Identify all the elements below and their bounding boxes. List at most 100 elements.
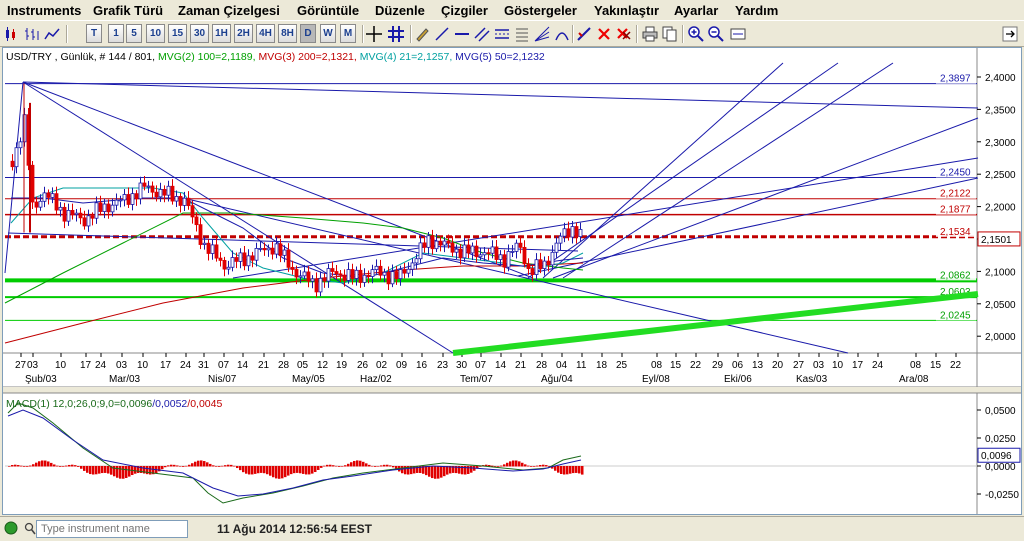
menu-3[interactable]: Görüntüle [297, 3, 359, 18]
measure-icon[interactable] [574, 24, 593, 43]
macd-histogram-bar [392, 466, 395, 468]
candle-body [10, 160, 15, 168]
crosshair-icon[interactable] [364, 24, 383, 43]
macd-histogram-bar [326, 464, 329, 467]
menu-2[interactable]: Zaman Çizelgesi [178, 3, 280, 18]
timeframe-button-4h[interactable]: 4H [256, 24, 275, 43]
level-label: 2,2122 [940, 189, 971, 200]
menu-8[interactable]: Ayarlar [674, 3, 718, 18]
candle-body [50, 193, 55, 198]
macd-histogram-bar [512, 460, 515, 467]
candle-body [74, 212, 79, 215]
candle-body [242, 252, 247, 267]
candle-body [190, 205, 195, 218]
delete-icon[interactable] [594, 24, 613, 43]
candle-body [178, 196, 183, 206]
timeframe-button-m[interactable]: M [340, 24, 356, 43]
macd-histogram-bar [572, 466, 575, 474]
menu-7[interactable]: Yakınlaştır [594, 3, 659, 18]
menu-0[interactable]: Instruments [7, 3, 81, 18]
candle-body [62, 206, 67, 222]
timeframe-button-30[interactable]: 30 [190, 24, 209, 43]
candle-body [302, 271, 307, 277]
timeframe-button-d[interactable]: D [300, 24, 316, 43]
chart-canvas[interactable]: 2,40002,35002,30002,25002,20002,15002,10… [3, 48, 1021, 514]
candle-body [114, 199, 119, 206]
menu-4[interactable]: Düzenle [375, 3, 425, 18]
mvg5-label: MVG(5) 50=2,1232 [455, 51, 545, 63]
macd-histogram-bar [536, 465, 539, 467]
instrument-search-input[interactable] [36, 520, 188, 538]
time-axis-day-label: 06 [732, 360, 744, 371]
arc-icon[interactable] [552, 24, 571, 43]
trend-line-icon[interactable] [432, 24, 451, 43]
macd-histogram-bar [266, 466, 269, 475]
time-axis-day-label: 27 [15, 360, 27, 371]
timeframe-button-1[interactable]: 1 [108, 24, 124, 43]
grid-icon[interactable] [386, 24, 405, 43]
timeframe-button-5[interactable]: 5 [126, 24, 142, 43]
macd-histogram-bar [311, 466, 314, 474]
macd-histogram-bar [500, 465, 503, 467]
candle-body [450, 242, 455, 253]
zoom-fit-icon[interactable] [728, 24, 747, 43]
horizontal-line-icon[interactable] [452, 24, 471, 43]
menu-9[interactable]: Yardım [735, 3, 778, 18]
trend-line [562, 62, 894, 279]
menu-1[interactable]: Grafik Türü [93, 3, 163, 18]
candle-body [18, 141, 23, 149]
macd-histogram-bar [119, 466, 122, 479]
timeframe-button-2h[interactable]: 2H [234, 24, 253, 43]
macd-histogram-bar [356, 460, 359, 467]
channel-icon[interactable] [492, 24, 511, 43]
macd-histogram-bar [371, 465, 374, 467]
candle-body [326, 268, 331, 282]
candlestick-icon[interactable] [2, 24, 21, 43]
candle-body [230, 257, 235, 268]
zoom-out-icon[interactable] [706, 24, 725, 43]
macd-histogram-bar [164, 466, 167, 468]
menu-6[interactable]: Göstergeler [504, 3, 577, 18]
macd-axis-label: 0,0000 [985, 462, 1016, 473]
candle-body [294, 269, 299, 278]
timeframe-button-w[interactable]: W [320, 24, 336, 43]
timeframe-button-15[interactable]: 15 [168, 24, 187, 43]
print-icon[interactable] [640, 24, 659, 43]
timeframe-button-t[interactable]: T [86, 24, 102, 43]
timeframe-button-10[interactable]: 10 [146, 24, 165, 43]
fan-icon[interactable] [532, 24, 551, 43]
macd-params: MACD(1) 12,0;26,0;9,0= [6, 398, 121, 410]
candle-body [462, 244, 467, 259]
green-trend-line [452, 291, 979, 356]
macd-histogram-bar [365, 463, 368, 467]
candle-body [290, 266, 295, 270]
macd-histogram-bar [533, 466, 536, 467]
search-icon [24, 522, 36, 535]
toolbar: T 1 5 10 15 30 1H 2H 4H 8H D W M [0, 20, 1024, 47]
macd-histogram-bar [437, 466, 440, 479]
level-label: 2,0245 [940, 310, 971, 321]
line-chart-icon[interactable] [42, 24, 61, 43]
mvg3-line [4, 262, 584, 344]
macd-histogram-bar [542, 464, 545, 467]
candle-body [150, 185, 155, 193]
timeframe-button-1h[interactable]: 1H [212, 24, 231, 43]
price-axis-label: 2,2500 [985, 170, 1016, 181]
macd-histogram-bar [128, 466, 131, 477]
bar-chart-icon[interactable] [22, 24, 41, 43]
time-axis-day-label: 31 [198, 360, 210, 371]
macd-histogram-bar [56, 465, 59, 467]
pen-icon[interactable] [412, 24, 431, 43]
pin-icon[interactable] [1000, 24, 1019, 43]
parallel-lines-icon[interactable] [472, 24, 491, 43]
menu-5[interactable]: Çizgiler [441, 3, 488, 18]
macd-histogram-bar [350, 462, 353, 467]
time-axis-day-label: 19 [336, 360, 348, 371]
fibonacci-icon[interactable] [512, 24, 531, 43]
delete-all-icon[interactable] [614, 24, 633, 43]
timeframe-button-8h[interactable]: 8H [278, 24, 297, 43]
copy-icon[interactable] [660, 24, 679, 43]
zoom-in-icon[interactable] [686, 24, 705, 43]
macd-histogram-bar [77, 466, 80, 467]
macd-histogram-bar [89, 466, 92, 475]
